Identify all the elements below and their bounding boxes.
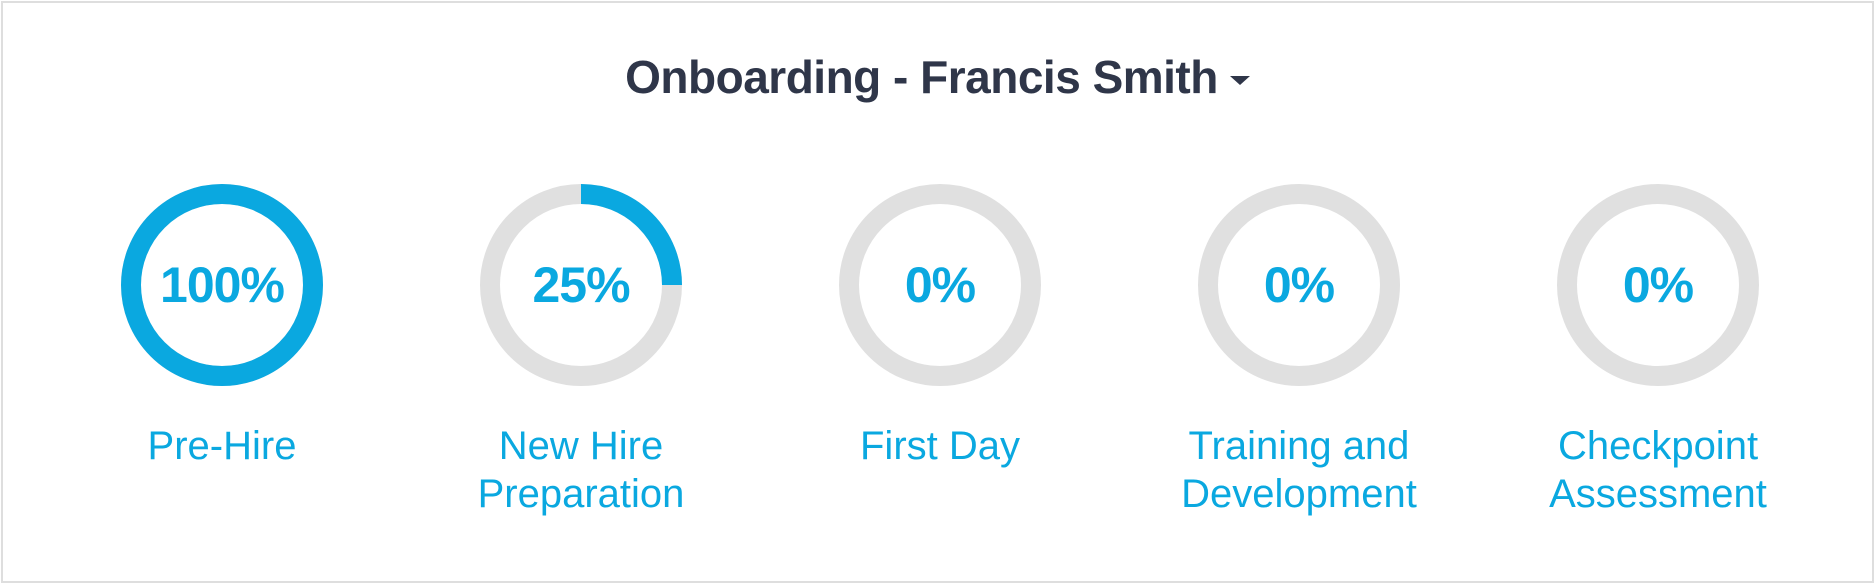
progress-percent: 0% xyxy=(1263,257,1335,313)
stage-label: First Day xyxy=(860,424,1020,468)
stage-label: Checkpoint Assessment xyxy=(1549,424,1767,516)
progress-ring: 0% xyxy=(1198,184,1400,386)
onboarding-card: Onboarding - Francis Smith 100% Pre-Hire… xyxy=(1,1,1874,583)
progress-ring: 25% xyxy=(480,184,682,386)
employee-selector[interactable]: Onboarding - Francis Smith xyxy=(3,49,1872,105)
caret-down-icon[interactable] xyxy=(1229,75,1250,85)
progress-ring: 100% xyxy=(121,184,323,386)
stage-first-day[interactable]: 0% First Day xyxy=(760,184,1120,470)
stage-label: New Hire Preparation xyxy=(477,424,685,516)
stage-label: Training and Development xyxy=(1181,424,1417,516)
progress-ring: 0% xyxy=(1557,184,1759,386)
stage-checkpoint-assessment[interactable]: 0% Checkpoint Assessment xyxy=(1478,184,1838,518)
progress-percent: 0% xyxy=(1622,257,1694,313)
progress-percent: 100% xyxy=(160,257,285,313)
progress-ring: 0% xyxy=(839,184,1041,386)
progress-percent: 25% xyxy=(532,257,630,313)
stage-new-hire-preparation[interactable]: 25% New Hire Preparation xyxy=(401,184,761,518)
stage-training-and-development[interactable]: 0% Training and Development xyxy=(1119,184,1479,518)
progress-percent: 0% xyxy=(904,257,976,313)
stage-pre-hire[interactable]: 100% Pre-Hire xyxy=(42,184,402,470)
page-title: Onboarding - Francis Smith xyxy=(625,51,1218,103)
stage-label: Pre-Hire xyxy=(147,424,297,468)
